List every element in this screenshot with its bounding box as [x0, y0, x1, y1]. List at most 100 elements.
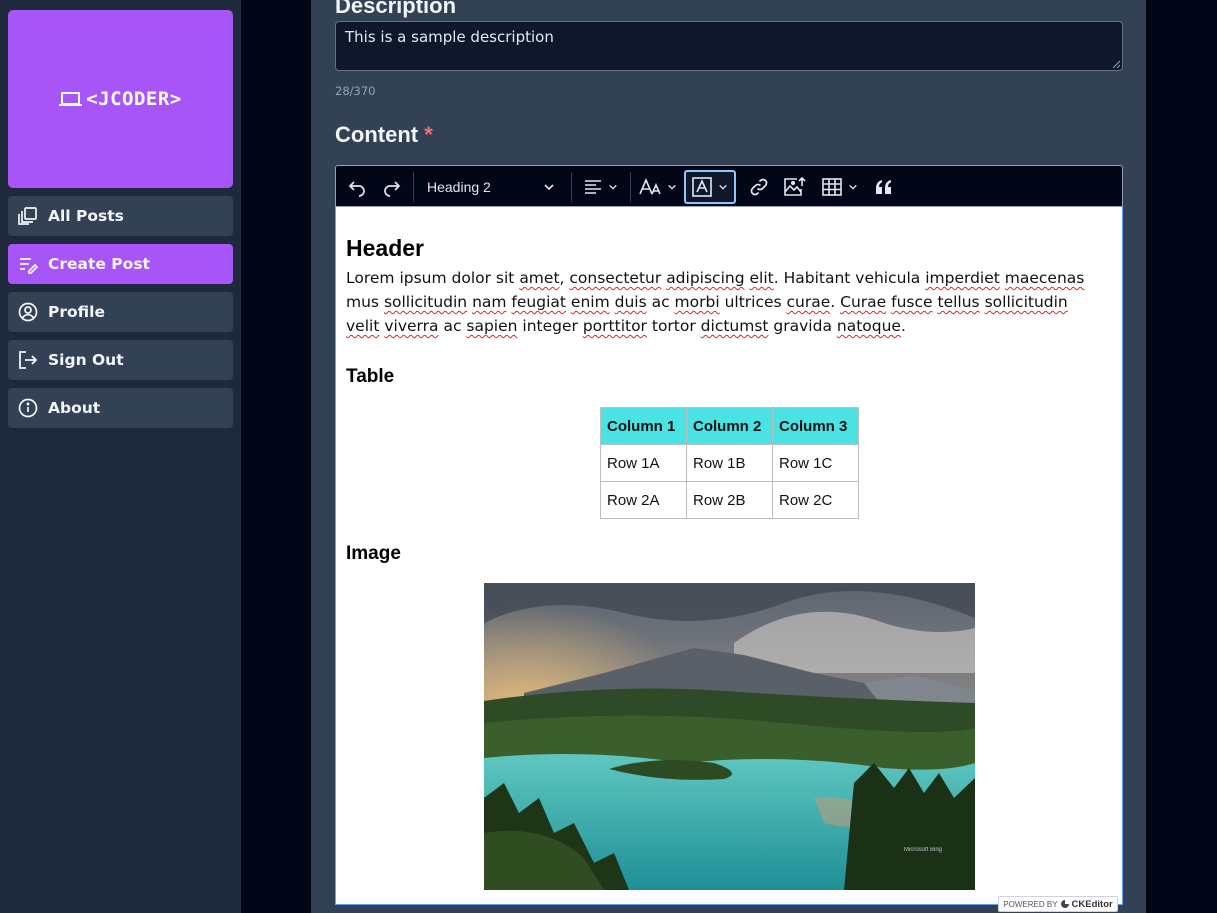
table-cell[interactable]: Row 2A [600, 481, 687, 519]
misspelled-word[interactable]: sapien [466, 317, 517, 335]
paragraph-text: , [559, 269, 570, 287]
misspelled-word[interactable]: duis [615, 293, 647, 311]
undo-button[interactable] [342, 172, 372, 202]
resize-grip-icon[interactable] [1112, 60, 1120, 68]
paragraph-text: ac [438, 317, 467, 335]
misspelled-word[interactable]: amet [519, 269, 559, 287]
sidebar-item-label: All Posts [48, 207, 124, 225]
blockquote-button[interactable] [869, 172, 899, 202]
insert-image-icon [784, 177, 806, 196]
table-icon [822, 178, 842, 196]
table-cell[interactable]: Row 2C [772, 481, 859, 519]
description-value: This is a sample description [345, 28, 554, 46]
misspelled-word[interactable]: porttitor [583, 317, 647, 335]
heading-dropdown[interactable]: Heading 2 [420, 172, 562, 202]
content-heading-image: Image [346, 543, 401, 564]
chevron-down-icon [719, 184, 727, 190]
sidebar-item-create-post[interactable]: Create Post [8, 244, 233, 284]
ckeditor-logo-icon [1060, 900, 1069, 908]
table-header-cell[interactable]: Column 3 [772, 407, 859, 445]
content-table[interactable]: Column 1 Column 2 Column 3 Row 1A Row 1B… [600, 407, 859, 519]
toolbar-separator [571, 172, 572, 202]
paragraph-text: . [900, 317, 906, 335]
misspelled-word[interactable]: fusce [891, 293, 932, 311]
sidebar-item-label: Sign Out [48, 351, 124, 369]
sidebar-item-label: Profile [48, 303, 105, 321]
brand-logo[interactable]: <JCODER> [8, 10, 233, 188]
chevron-down-icon [668, 184, 676, 190]
misspelled-word[interactable]: viverra [384, 317, 438, 335]
table-cell[interactable]: Row 1C [772, 444, 859, 482]
powered-by-text: POWERED BY [1003, 899, 1058, 909]
misspelled-word[interactable]: nam [472, 293, 506, 311]
misspelled-word[interactable]: dictumst [701, 317, 769, 335]
landscape-image[interactable]: Microsoft Bing [484, 583, 975, 890]
font-size-dropdown[interactable] [636, 172, 680, 202]
post-form: Description This is a sample description… [311, 0, 1146, 913]
powered-by-badge[interactable]: POWERED BY CKEditor [998, 896, 1118, 912]
alignment-dropdown[interactable] [578, 172, 624, 202]
table-cell[interactable]: Row 1A [600, 444, 687, 482]
content-label: Content * [335, 122, 433, 148]
redo-icon [384, 181, 401, 197]
sidebar-item-about[interactable]: About [8, 388, 233, 428]
sidebar-item-label: About [48, 399, 101, 417]
misspelled-word[interactable]: sollicitudin [985, 293, 1068, 311]
link-icon [750, 178, 768, 196]
paragraph-text: gravida [768, 317, 837, 335]
misspelled-word[interactable]: natoque [837, 317, 901, 335]
misspelled-word[interactable]: maecenas [1005, 269, 1085, 287]
table-dropdown[interactable] [817, 172, 863, 202]
table-row: Row 1A Row 1B Row 1C [600, 444, 859, 482]
toolbar-separator [413, 172, 414, 202]
editor-content[interactable]: Header Lorem ipsum dolor sit amet, conse… [335, 207, 1123, 905]
misspelled-word[interactable]: sollicitudin [384, 293, 467, 311]
misspelled-word[interactable]: enim [571, 293, 610, 311]
content-label-text: Content [335, 122, 419, 147]
posts-stack-icon [18, 206, 38, 226]
char-counter: 28/370 [335, 84, 376, 98]
misspelled-word[interactable]: feugiat [511, 293, 566, 311]
misspelled-word[interactable]: tellus [938, 293, 980, 311]
paragraph-text: mus [346, 293, 384, 311]
blockquote-icon [876, 180, 891, 194]
content-heading-table: Table [346, 366, 395, 387]
misspelled-word[interactable]: Curae [840, 293, 886, 311]
edit-list-icon [18, 254, 38, 274]
undo-icon [348, 181, 365, 197]
misspelled-word[interactable]: imperdiet [925, 269, 1000, 287]
table-header-row: Column 1 Column 2 Column 3 [600, 407, 859, 445]
table-header-cell[interactable]: Column 2 [686, 407, 773, 445]
sidebar-item-profile[interactable]: Profile [8, 292, 233, 332]
link-button[interactable] [744, 172, 774, 202]
description-field[interactable]: This is a sample description [335, 21, 1123, 71]
font-size-icon [639, 178, 661, 195]
paragraph-text: . Habitant vehicula [773, 269, 926, 287]
required-mark: * [424, 122, 433, 147]
misspelled-word[interactable]: elit [749, 269, 773, 287]
table-cell[interactable]: Row 2B [686, 481, 773, 519]
redo-button[interactable] [377, 172, 407, 202]
font-color-dropdown[interactable] [684, 170, 736, 204]
misspelled-word[interactable]: consectetur [569, 269, 661, 287]
misspelled-word[interactable]: velit [346, 317, 379, 335]
sidebar-item-all-posts[interactable]: All Posts [8, 196, 233, 236]
table-cell[interactable]: Row 1B [686, 444, 773, 482]
user-circle-icon [18, 302, 38, 322]
table-row: Row 2A Row 2B Row 2C [600, 481, 859, 519]
logo-text: <JCODER> [86, 88, 182, 110]
rich-text-editor: Heading 2 Header Lorem ipsum dolor sit a… [335, 165, 1123, 912]
misspelled-word[interactable]: curae [787, 293, 831, 311]
sidebar-item-sign-out[interactable]: Sign Out [8, 340, 233, 380]
font-color-icon [692, 177, 712, 197]
table-header-cell[interactable]: Column 1 [600, 407, 687, 445]
powered-by-brand: CKEditor [1071, 898, 1113, 910]
misspelled-word[interactable]: morbi [675, 293, 720, 311]
paragraph-text: . [830, 293, 841, 311]
misspelled-word[interactable]: adipiscing [666, 269, 744, 287]
paragraph-text: ac [646, 293, 675, 311]
paragraph-text: ultrices [719, 293, 787, 311]
paragraph-text: Lorem ipsum dolor sit [346, 269, 520, 287]
toolbar-separator [630, 172, 631, 202]
insert-image-button[interactable] [779, 172, 811, 202]
